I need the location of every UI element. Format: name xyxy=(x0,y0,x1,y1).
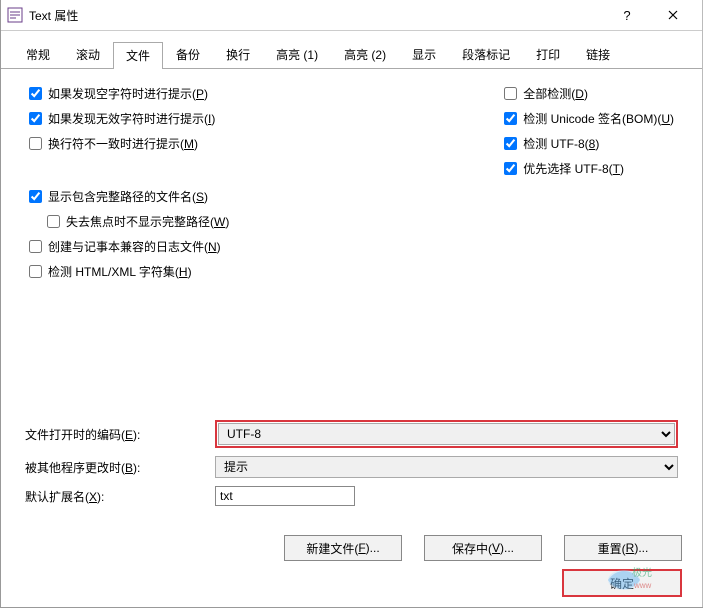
tab-7[interactable]: 显示 xyxy=(399,41,449,68)
right-check-1[interactable]: 检测 Unicode 签名(BOM)(U) xyxy=(504,110,674,127)
input-default-extension[interactable] xyxy=(215,486,355,506)
left2-check-1[interactable]: 失去焦点时不显示完整路径(W) xyxy=(47,213,424,230)
tab-strip: 常规滚动文件备份换行高亮 (1)高亮 (2)显示段落标记打印链接 xyxy=(1,31,702,69)
select-modified-by-other[interactable]: 提示 xyxy=(215,456,678,478)
left-check-0-checkbox[interactable] xyxy=(29,87,42,100)
left2-check-2-checkbox[interactable] xyxy=(29,240,42,253)
saving-button[interactable]: 保存中(V)... xyxy=(424,535,542,561)
close-button[interactable] xyxy=(650,0,696,30)
left-check-2-label: 换行符不一致时进行提示(M) xyxy=(48,135,198,152)
right-check-1-checkbox[interactable] xyxy=(504,112,517,125)
label-modified-by-other: 被其他程序更改时(B): xyxy=(25,459,215,476)
left-check-0[interactable]: 如果发现空字符时进行提示(P) xyxy=(29,85,424,102)
form-section: 文件打开时的编码(E): UTF-8 被其他程序更改时(B): 提示 xyxy=(25,420,678,506)
right-check-2[interactable]: 检测 UTF-8(8) xyxy=(504,135,674,152)
tab-8[interactable]: 段落标记 xyxy=(449,41,523,68)
left2-check-1-label: 失去焦点时不显示完整路径(W) xyxy=(66,213,229,230)
right-check-3[interactable]: 优先选择 UTF-8(T) xyxy=(504,160,674,177)
left2-check-0[interactable]: 显示包含完整路径的文件名(S) xyxy=(29,188,424,205)
reset-button[interactable]: 重置(R)... xyxy=(564,535,682,561)
left2-check-3[interactable]: 检测 HTML/XML 字符集(H) xyxy=(29,263,424,280)
left-check-2-checkbox[interactable] xyxy=(29,137,42,150)
left2-check-3-checkbox[interactable] xyxy=(29,265,42,278)
label-default-extension: 默认扩展名(X): xyxy=(25,488,215,505)
select-open-encoding[interactable]: UTF-8 xyxy=(218,423,675,445)
tab-2[interactable]: 文件 xyxy=(113,42,163,69)
left-check-0-label: 如果发现空字符时进行提示(P) xyxy=(48,85,208,102)
tab-1[interactable]: 滚动 xyxy=(63,41,113,68)
titlebar: Text 属性 ? xyxy=(1,0,702,31)
right-check-2-label: 检测 UTF-8(8) xyxy=(523,135,599,152)
left2-check-0-label: 显示包含完整路径的文件名(S) xyxy=(48,188,208,205)
tab-9[interactable]: 打印 xyxy=(523,41,573,68)
left-check-1-checkbox[interactable] xyxy=(29,112,42,125)
ok-button[interactable]: 确定 xyxy=(562,569,682,597)
right-check-0[interactable]: 全部检测(D) xyxy=(504,85,674,102)
row-open-encoding: 文件打开时的编码(E): UTF-8 xyxy=(25,420,678,448)
right-check-3-checkbox[interactable] xyxy=(504,162,517,175)
dialog-window: Text 属性 ? 常规滚动文件备份换行高亮 (1)高亮 (2)显示段落标记打印… xyxy=(0,0,703,608)
right-check-0-checkbox[interactable] xyxy=(504,87,517,100)
left2-check-0-checkbox[interactable] xyxy=(29,190,42,203)
tab-3[interactable]: 备份 xyxy=(163,41,213,68)
tab-0[interactable]: 常规 xyxy=(13,41,63,68)
row-default-extension: 默认扩展名(X): xyxy=(25,486,678,506)
ok-row: 确定 xyxy=(1,569,682,597)
left2-check-3-label: 检测 HTML/XML 字符集(H) xyxy=(48,263,192,280)
help-button[interactable]: ? xyxy=(604,0,650,30)
window-title: Text 属性 xyxy=(29,7,604,24)
right-check-3-label: 优先选择 UTF-8(T) xyxy=(523,160,624,177)
left2-check-2-label: 创建与记事本兼容的日志文件(N) xyxy=(48,238,221,255)
right-column: 全部检测(D) 检测 Unicode 签名(BOM)(U) 检测 UTF-8(8) 优… xyxy=(504,85,674,280)
new-file-button[interactable]: 新建文件(F)... xyxy=(284,535,402,561)
button-row: 新建文件(F)... 保存中(V)... 重置(R)... xyxy=(1,535,682,561)
app-icon xyxy=(7,7,23,23)
left-column: 如果发现空字符时进行提示(P) 如果发现无效字符时进行提示(I) 换行符不一致时进行… xyxy=(29,85,424,280)
row-modified-by-other: 被其他程序更改时(B): 提示 xyxy=(25,456,678,478)
tab-5[interactable]: 高亮 (1) xyxy=(263,41,331,68)
tab-content-file: 如果发现空字符时进行提示(P) 如果发现无效字符时进行提示(I) 换行符不一致时进行… xyxy=(1,69,702,288)
tab-10[interactable]: 链接 xyxy=(573,41,623,68)
close-icon xyxy=(668,10,678,20)
left-check-2[interactable]: 换行符不一致时进行提示(M) xyxy=(29,135,424,152)
highlight-encoding: UTF-8 xyxy=(215,420,678,448)
tab-4[interactable]: 换行 xyxy=(213,41,263,68)
left-check-1[interactable]: 如果发现无效字符时进行提示(I) xyxy=(29,110,424,127)
left2-check-1-checkbox[interactable] xyxy=(47,215,60,228)
left-check-1-label: 如果发现无效字符时进行提示(I) xyxy=(48,110,215,127)
right-check-1-label: 检测 Unicode 签名(BOM)(U) xyxy=(523,110,674,127)
tab-6[interactable]: 高亮 (2) xyxy=(331,41,399,68)
label-open-encoding: 文件打开时的编码(E): xyxy=(25,426,215,443)
right-check-2-checkbox[interactable] xyxy=(504,137,517,150)
right-check-0-label: 全部检测(D) xyxy=(523,85,588,102)
left2-check-2[interactable]: 创建与记事本兼容的日志文件(N) xyxy=(29,238,424,255)
